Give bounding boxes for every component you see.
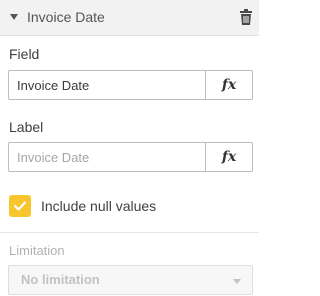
caret-down-icon[interactable] <box>10 14 18 20</box>
panel-title: Invoice Date <box>27 9 105 25</box>
label-expression-button[interactable]: fx <box>205 142 253 172</box>
field-input[interactable] <box>8 70 206 100</box>
include-null-values-checkbox[interactable] <box>9 195 31 217</box>
limitation-label: Limitation <box>9 243 65 258</box>
checkmark-icon <box>14 201 26 211</box>
label-label: Label <box>9 119 44 135</box>
label-input-group: fx <box>8 142 253 172</box>
field-properties-panel: Invoice Date Field fx Label fx Include n… <box>0 0 259 296</box>
include-null-values-label[interactable]: Include null values <box>41 198 156 215</box>
label-input[interactable] <box>8 142 206 172</box>
field-label: Field <box>9 46 40 62</box>
limitation-select[interactable]: No limitation <box>8 265 253 295</box>
section-divider <box>0 232 259 233</box>
trash-icon[interactable] <box>240 9 252 25</box>
field-expression-button[interactable]: fx <box>205 70 253 100</box>
chevron-down-icon <box>233 279 241 284</box>
panel-header[interactable]: Invoice Date <box>0 0 259 36</box>
limitation-selected-value: No limitation <box>21 272 100 287</box>
field-input-group: fx <box>8 70 253 100</box>
